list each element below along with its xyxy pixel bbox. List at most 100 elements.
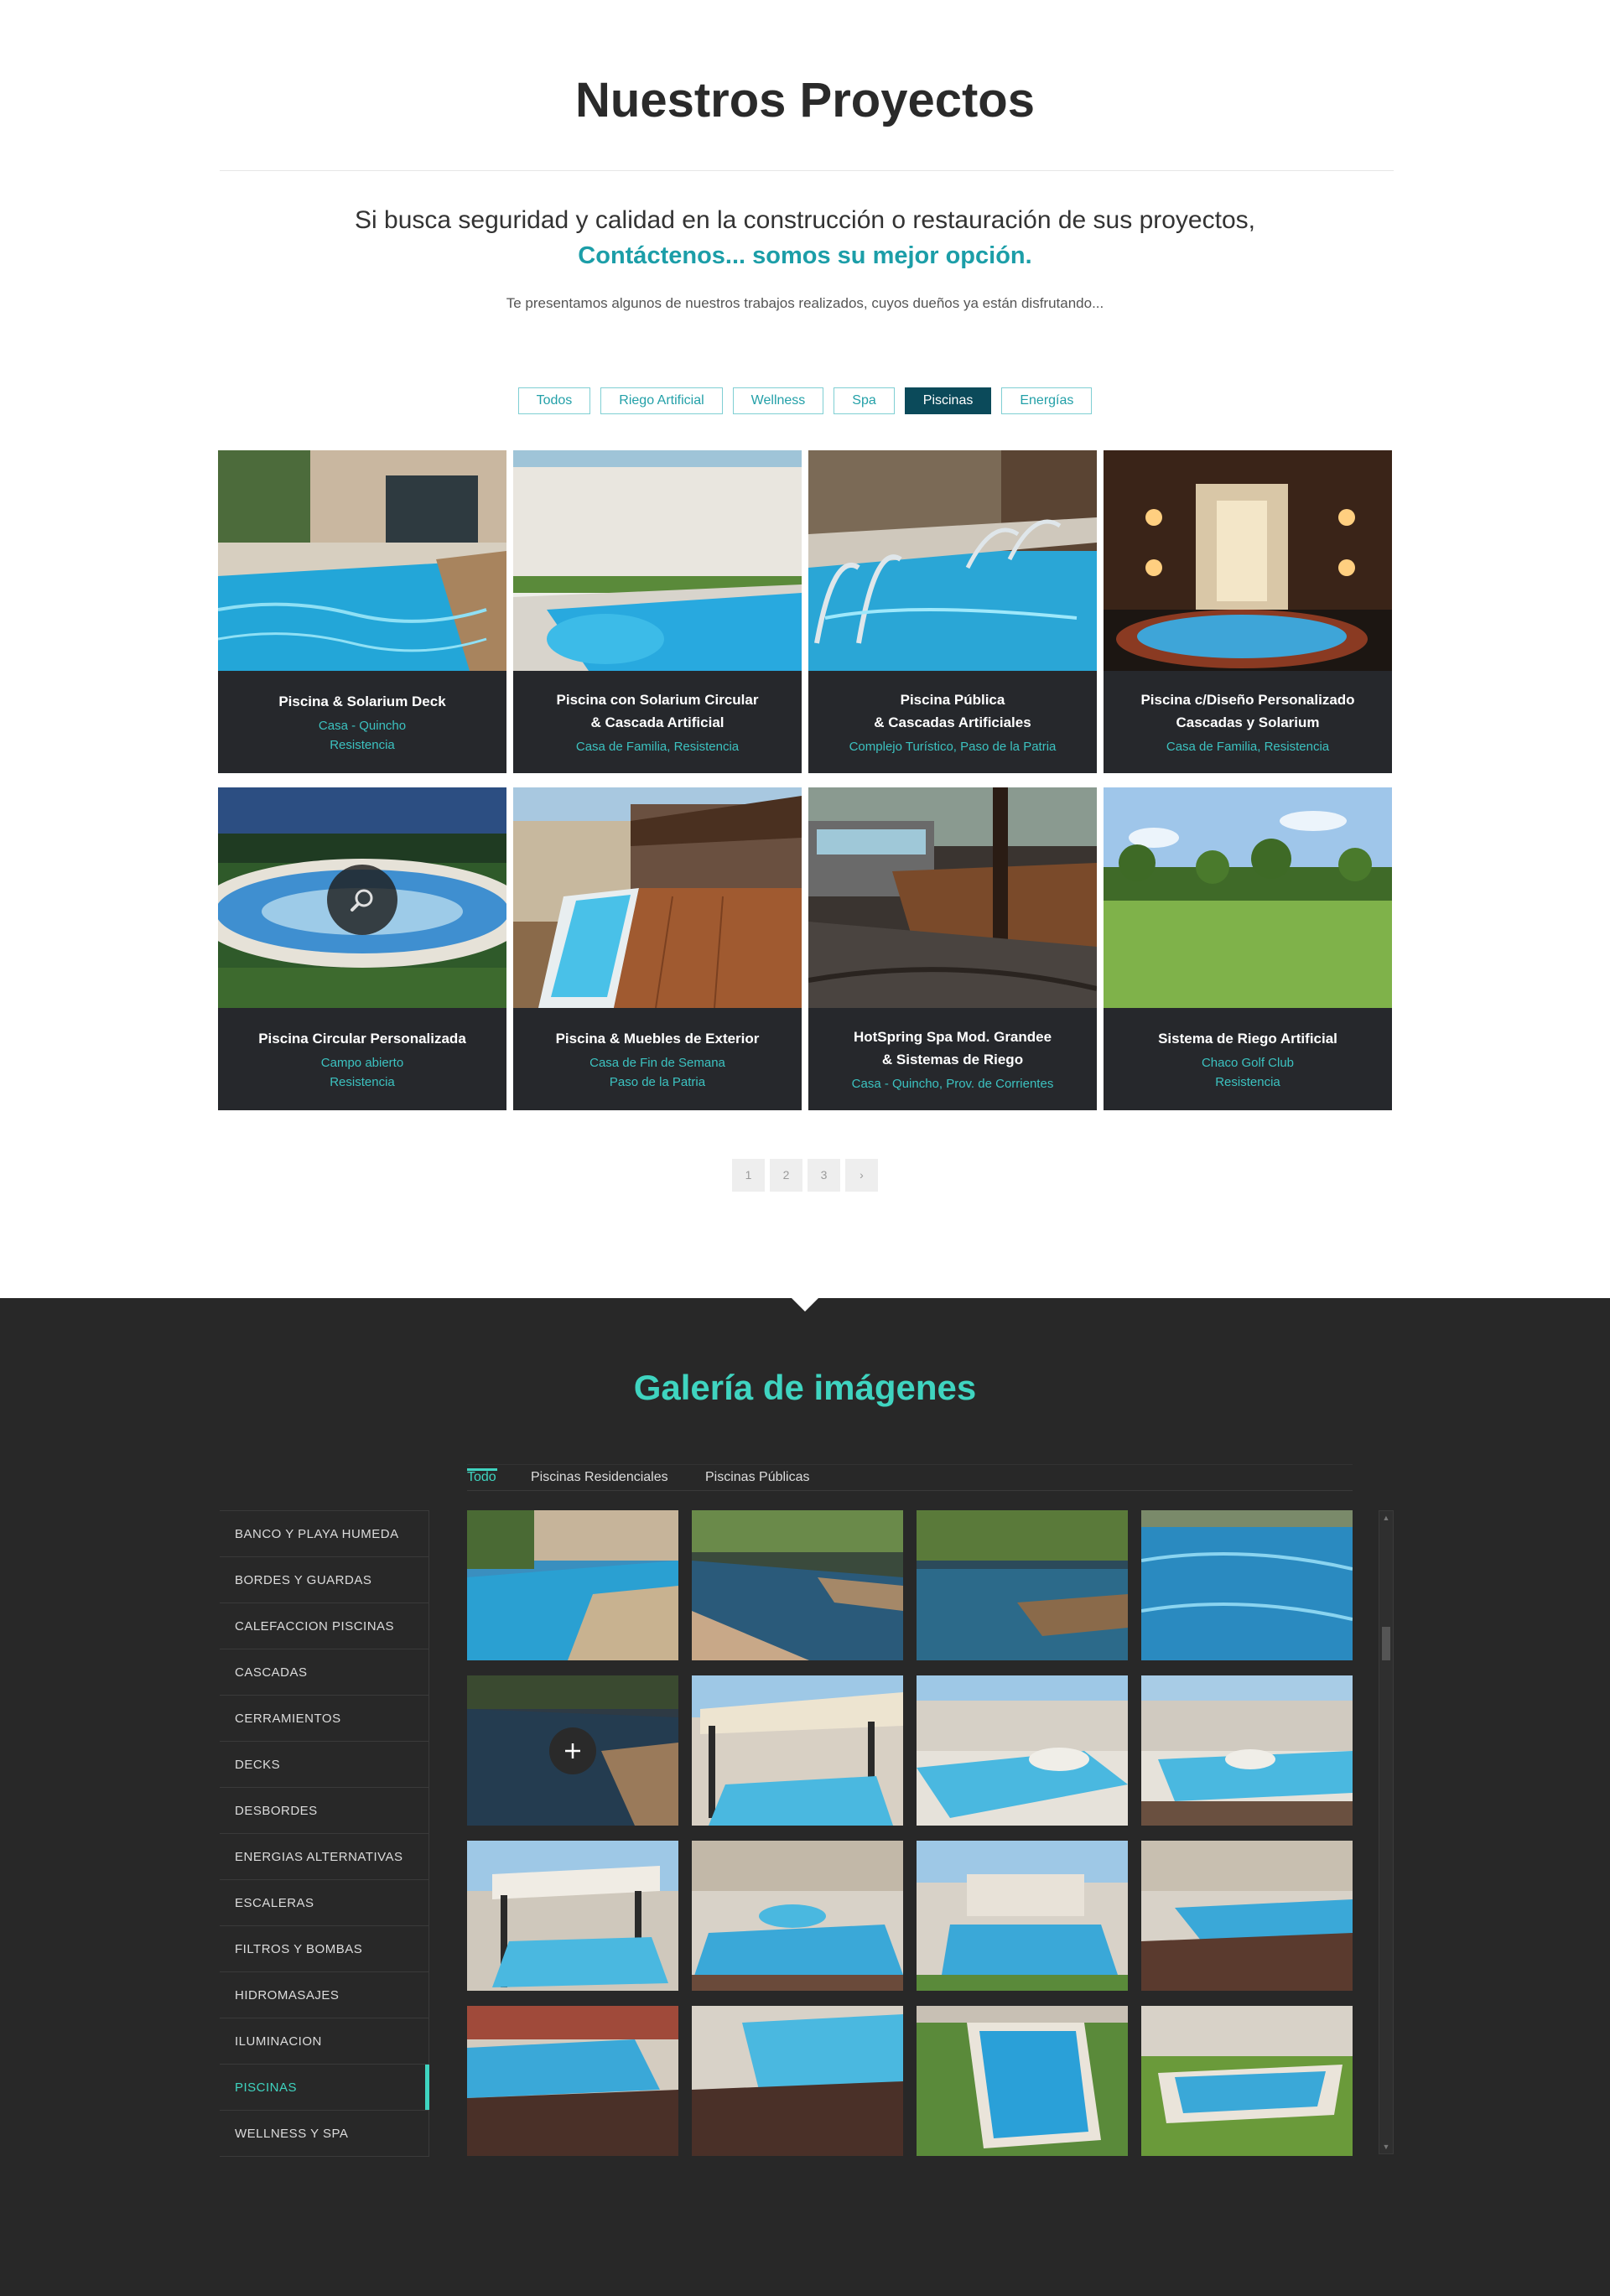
category-item[interactable]: ILUMINACION [220, 2018, 429, 2065]
plus-icon [565, 1743, 580, 1758]
filter-wellness[interactable]: Wellness [732, 387, 824, 414]
project-photo [1104, 450, 1392, 671]
search-icon [351, 889, 373, 912]
project-location: Campo abierto Resistencia [320, 1055, 404, 1089]
gallery-scrollbar[interactable]: ▲ ▼ [1379, 1510, 1394, 2154]
zoom-button[interactable] [327, 865, 397, 935]
project-title: Piscina & Solarium Deck [278, 693, 446, 709]
gallery-image[interactable] [692, 1675, 903, 1826]
category-item[interactable]: ENERGIAS ALTERNATIVAS [220, 1834, 429, 1880]
tab-todo[interactable]: Todo [467, 1468, 497, 1485]
gallery-grid [467, 1510, 1353, 2156]
project-card[interactable]: Piscina & Solarium Deck Casa - Quincho R… [218, 450, 506, 773]
filter-riego-artificial[interactable]: Riego Artificial [600, 387, 723, 414]
pagination: 1 2 3 › [0, 1159, 1610, 1192]
project-location: Complejo Turístico, Paso de la Patria [849, 739, 1057, 754]
project-title: Sistema de Riego Artificial [1158, 1030, 1337, 1047]
project-title: Piscina & Muebles de Exterior [555, 1030, 760, 1047]
project-title: Piscina con Solarium Circular & Cascada … [556, 691, 759, 730]
project-card[interactable]: Piscina Pública & Cascadas Artificiales … [808, 450, 1097, 773]
project-photo [1104, 787, 1392, 1008]
tab-label: Todo [467, 1470, 496, 1484]
title-divider [220, 170, 1394, 171]
project-card[interactable]: HotSpring Spa Mod. Grandee & Sistemas de… [808, 787, 1097, 1110]
gallery-tabs: Todo Piscinas Residenciales Piscinas Púb… [467, 1464, 1353, 1491]
project-photo [218, 787, 506, 1008]
gallery-image[interactable] [467, 1510, 678, 1660]
contact-callout[interactable]: Contáctenos... somos su mejor opción. [0, 242, 1610, 270]
gallery-image[interactable] [917, 1841, 1128, 1991]
category-item-active[interactable]: PISCINAS [220, 2065, 429, 2111]
gallery-image[interactable] [692, 1841, 903, 1991]
category-item[interactable]: CALEFACCION PISCINAS [220, 1603, 429, 1649]
page-title: Nuestros Proyectos [575, 73, 1035, 127]
category-item[interactable]: CERRAMIENTOS [220, 1696, 429, 1742]
category-item[interactable]: DECKS [220, 1742, 429, 1788]
filter-energias[interactable]: Energías [1001, 387, 1093, 414]
project-location: Casa - Quincho, Prov. de Corrientes [851, 1076, 1054, 1091]
category-item[interactable]: DESBORDES [220, 1788, 429, 1834]
gallery-image[interactable] [1141, 2006, 1353, 2156]
project-photo [808, 787, 1097, 1008]
gallery-image[interactable] [1141, 1841, 1353, 1991]
project-location: Chaco Golf Club Resistencia [1201, 1055, 1295, 1089]
scroll-up-icon[interactable]: ▲ [1379, 1511, 1393, 1525]
project-location: Casa - Quincho Resistencia [318, 718, 407, 752]
gallery-image[interactable] [1141, 1510, 1353, 1660]
gallery-image[interactable] [917, 1510, 1128, 1660]
project-card[interactable]: Sistema de Riego Artificial Chaco Golf C… [1104, 787, 1392, 1110]
project-filters: Todos Riego Artificial Wellness Spa Pisc… [0, 387, 1610, 414]
gallery-image[interactable] [692, 2006, 903, 2156]
gallery-section: Galería de imágenes Todo Piscinas Reside… [0, 1298, 1610, 2296]
project-location: Casa de Familia, Resistencia [575, 739, 740, 754]
project-location: Casa de Familia, Resistencia [1166, 739, 1330, 754]
active-tab-indicator [467, 1468, 497, 1471]
gallery-image[interactable] [467, 1675, 678, 1826]
projects-section: Nuestros Proyectos Si busca seguridad y … [0, 0, 1610, 1298]
category-item[interactable]: BANCO Y PLAYA HUMEDA [220, 1511, 429, 1557]
project-title: Piscina Pública & Cascadas Artificiales [874, 691, 1031, 730]
gallery-image[interactable] [692, 1510, 903, 1660]
project-card[interactable]: Piscina & Muebles de Exterior Casa de Fi… [513, 787, 802, 1110]
projects-grid: Piscina & Solarium Deck Casa - Quincho R… [218, 450, 1392, 1110]
filter-todos[interactable]: Todos [517, 387, 591, 414]
category-item[interactable]: BORDES Y GUARDAS [220, 1557, 429, 1603]
page-1-button[interactable]: 1 [732, 1159, 765, 1192]
expand-button[interactable] [549, 1727, 596, 1774]
category-item[interactable]: FILTROS Y BOMBAS [220, 1926, 429, 1972]
filter-piscinas[interactable]: Piscinas [904, 387, 992, 414]
gallery-image[interactable] [1141, 1675, 1353, 1826]
project-photo [513, 787, 802, 1008]
scroll-thumb[interactable] [1382, 1627, 1390, 1660]
category-item[interactable]: WELLNESS Y SPA [220, 2111, 429, 2157]
project-title: HotSpring Spa Mod. Grandee & Sistemas de… [853, 1028, 1052, 1067]
tab-piscinas-publicas[interactable]: Piscinas Públicas [705, 1470, 810, 1485]
category-list: BANCO Y PLAYA HUMEDA BORDES Y GUARDAS CA… [220, 1510, 429, 2157]
page-3-button[interactable]: 3 [808, 1159, 840, 1192]
tab-piscinas-residenciales[interactable]: Piscinas Residenciales [531, 1470, 668, 1485]
project-card[interactable]: Piscina c/Diseño Personalizado Cascadas … [1104, 450, 1392, 773]
project-title: Piscina Circular Personalizada [258, 1030, 466, 1047]
lead-text: Si busca seguridad y calidad en la const… [355, 206, 1255, 234]
next-page-button[interactable]: › [845, 1159, 878, 1192]
category-item[interactable]: HIDROMASAJES [220, 1972, 429, 2018]
project-title: Piscina c/Diseño Personalizado Cascadas … [1140, 691, 1355, 730]
gallery-title: Galería de imágenes [633, 1368, 977, 1407]
section-notch [792, 1298, 818, 1312]
intro-text: Te presentamos algunos de nuestros traba… [506, 295, 1104, 311]
gallery-image[interactable] [467, 1841, 678, 1991]
project-card[interactable]: Piscina Circular Personalizada Campo abi… [218, 787, 506, 1110]
category-item[interactable]: CASCADAS [220, 1649, 429, 1696]
page-2-button[interactable]: 2 [770, 1159, 802, 1192]
project-photo [808, 450, 1097, 671]
project-location: Casa de Fin de Semana Paso de la Patria [589, 1055, 725, 1089]
category-item[interactable]: ESCALERAS [220, 1880, 429, 1926]
gallery-image[interactable] [467, 2006, 678, 2156]
gallery-image[interactable] [917, 2006, 1128, 2156]
project-card[interactable]: Piscina con Solarium Circular & Cascada … [513, 450, 802, 773]
project-photo [513, 450, 802, 671]
project-photo [218, 450, 506, 671]
filter-spa[interactable]: Spa [834, 387, 895, 414]
scroll-down-icon[interactable]: ▼ [1379, 2140, 1393, 2153]
gallery-image[interactable] [917, 1675, 1128, 1826]
